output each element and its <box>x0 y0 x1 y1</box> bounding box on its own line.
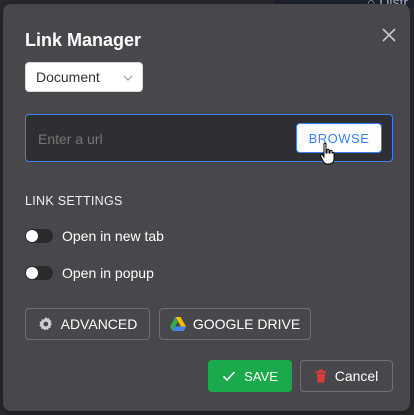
url-input[interactable] <box>36 125 280 153</box>
close-icon[interactable] <box>378 24 400 46</box>
save-button[interactable]: SAVE <box>208 360 292 392</box>
url-field-container: BROWSE <box>25 114 393 162</box>
cancel-label: Cancel <box>334 368 379 384</box>
link-settings-heading: LINK SETTINGS <box>25 194 123 208</box>
gear-icon <box>38 317 52 331</box>
google-drive-label: GOOGLE DRIVE <box>192 316 301 332</box>
open-popup-toggle[interactable] <box>25 266 53 280</box>
link-type-value: Document <box>36 69 100 85</box>
check-icon <box>223 371 236 382</box>
open-new-tab-label: Open in new tab <box>62 228 164 244</box>
browse-button[interactable]: BROWSE <box>296 123 382 153</box>
advanced-button[interactable]: ADVANCED <box>25 308 150 340</box>
open-new-tab-toggle[interactable] <box>25 229 53 243</box>
save-label: SAVE <box>244 368 278 384</box>
cancel-button[interactable]: Cancel <box>300 360 393 392</box>
open-new-tab-row: Open in new tab <box>25 228 164 244</box>
link-type-select[interactable]: Document <box>25 62 143 92</box>
trash-icon <box>315 369 326 383</box>
open-popup-row: Open in popup <box>25 265 154 281</box>
chevron-down-icon <box>123 75 133 81</box>
open-popup-label: Open in popup <box>62 265 154 281</box>
dialog-title: Link Manager <box>25 30 142 50</box>
pointer-cursor-icon <box>319 142 335 165</box>
link-manager-dialog: Link Manager Document BROWSE LINK SETTIN… <box>3 4 410 411</box>
google-drive-button[interactable]: GOOGLE DRIVE <box>159 308 311 340</box>
advanced-label: ADVANCED <box>60 316 138 332</box>
google-drive-icon <box>169 317 186 331</box>
